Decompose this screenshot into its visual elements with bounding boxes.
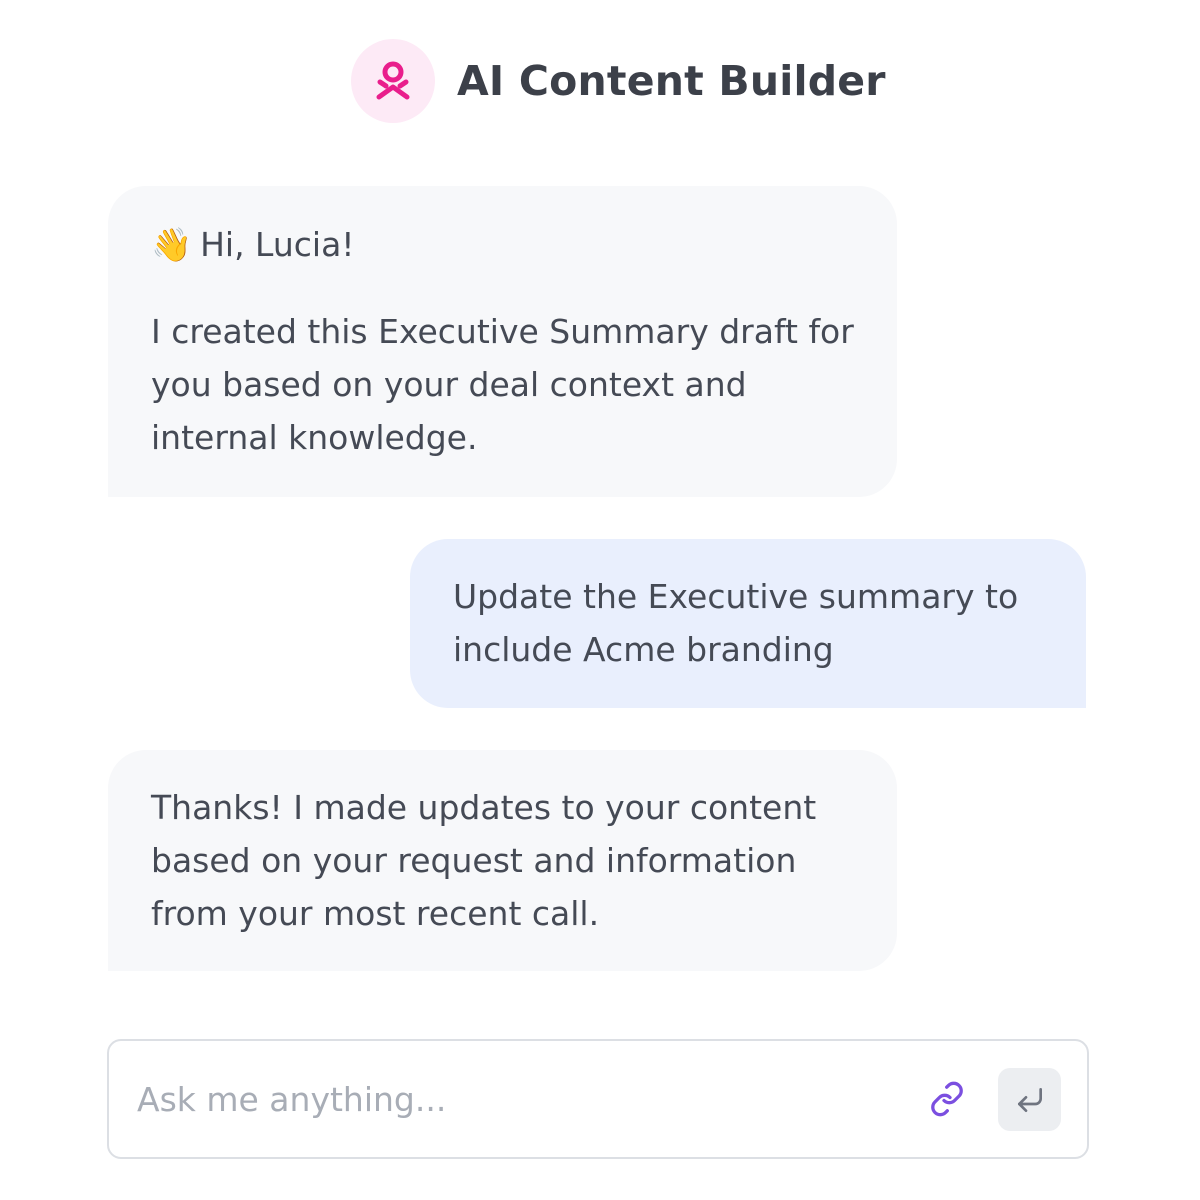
assistant-message: 👋 Hi, Lucia! I created this Executive Su…	[108, 186, 897, 497]
chat-input[interactable]	[137, 1079, 897, 1119]
send-button[interactable]	[998, 1068, 1061, 1131]
greeting-line: 👋 Hi, Lucia!	[151, 218, 355, 271]
person-logo-icon	[351, 39, 435, 123]
message-text: I created this Executive Summary draft f…	[151, 312, 854, 457]
user-message: Update the Executive summary to include …	[410, 539, 1086, 708]
greeting-text: Hi, Lucia!	[200, 225, 355, 264]
chat-composer	[107, 1039, 1089, 1159]
chat-panel: AI Content Builder 👋 Hi, Lucia! I create…	[0, 0, 1200, 1200]
enter-icon	[1017, 1087, 1042, 1112]
message-text: Update the Executive summary to include …	[453, 577, 1019, 669]
link-icon[interactable]	[927, 1079, 967, 1119]
page-title: AI Content Builder	[457, 57, 886, 105]
header: AI Content Builder	[351, 38, 886, 124]
waving-hand-icon: 👋	[151, 225, 193, 264]
assistant-message: Thanks! I made updates to your content b…	[108, 750, 897, 971]
message-text: Thanks! I made updates to your content b…	[151, 788, 817, 933]
